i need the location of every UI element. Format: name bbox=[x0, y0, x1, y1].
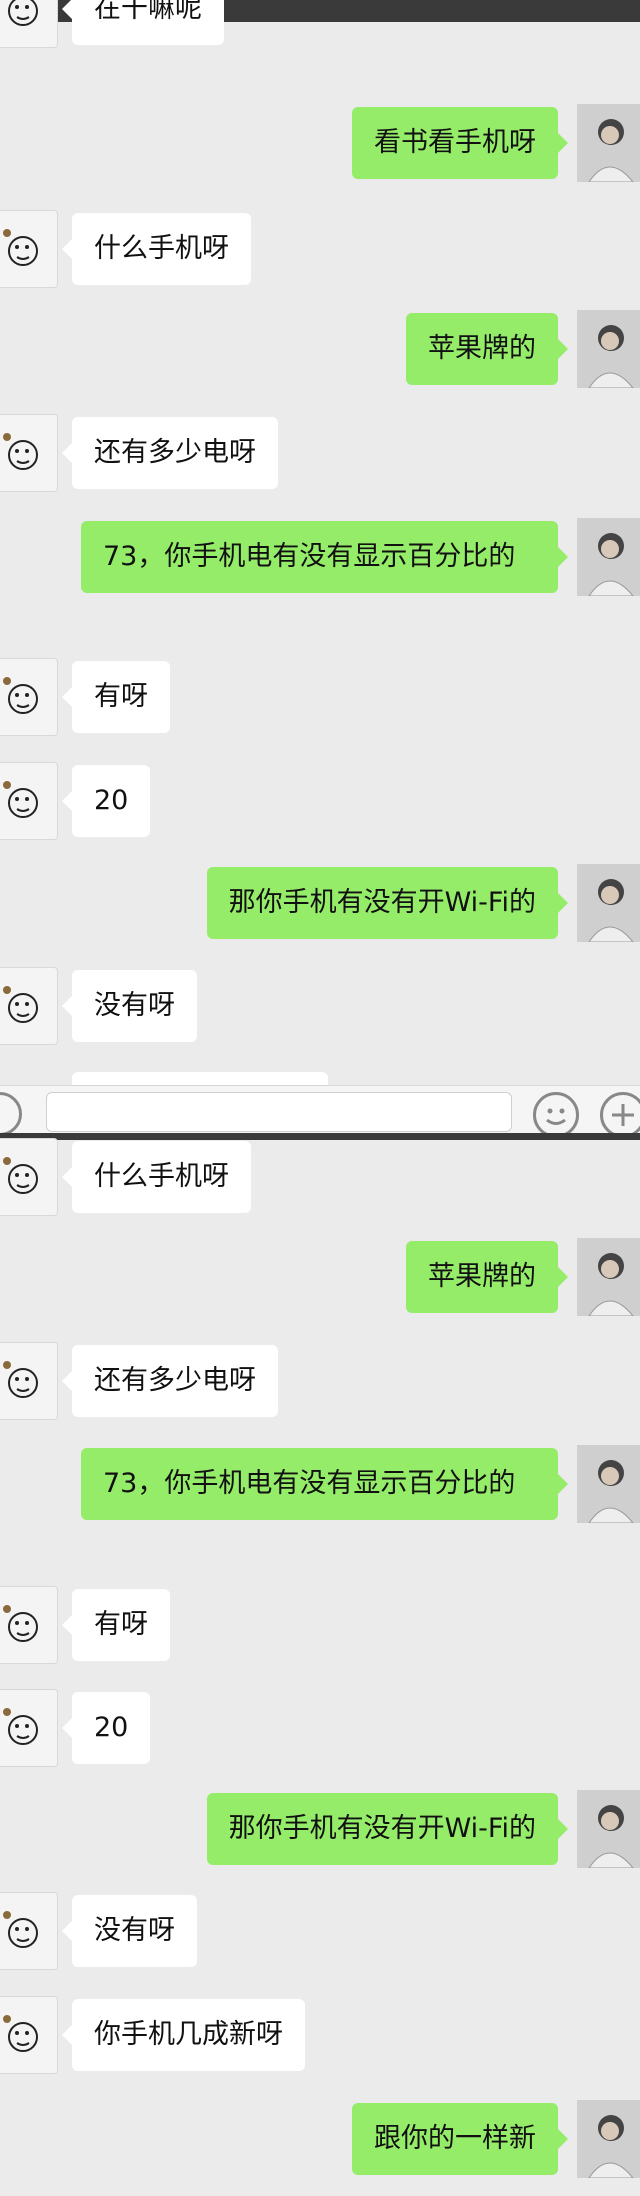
emoji-icon[interactable] bbox=[533, 1092, 579, 1138]
message-row: 没有呀 bbox=[0, 967, 640, 1047]
incoming-message[interactable]: 还有多少电呀 bbox=[62, 1345, 278, 1417]
incoming-message[interactable]: 在干嘛呢 bbox=[62, 0, 224, 45]
contact-avatar[interactable] bbox=[0, 658, 58, 736]
contact-avatar[interactable] bbox=[0, 0, 58, 48]
contact-avatar[interactable] bbox=[0, 1586, 58, 1664]
user-photo bbox=[577, 864, 640, 942]
user-avatar[interactable] bbox=[577, 2100, 640, 2178]
cartoon-face-icon bbox=[3, 1605, 38, 1642]
message-row: 那你手机有没有开Wi-Fi的 bbox=[0, 1790, 640, 1870]
outgoing-message[interactable]: 73，你手机电有没有显示百分比的 bbox=[81, 1448, 568, 1520]
contact-avatar[interactable] bbox=[0, 1996, 58, 2074]
incoming-message[interactable]: 什么手机呀 bbox=[62, 213, 251, 285]
contact-avatar[interactable] bbox=[0, 1892, 58, 1970]
outgoing-message[interactable]: 那你手机有没有开Wi-Fi的 bbox=[206, 1793, 569, 1865]
contact-avatar[interactable] bbox=[0, 762, 58, 840]
incoming-message[interactable]: 没有呀 bbox=[62, 1895, 197, 1967]
message-row: 苹果牌的 bbox=[0, 310, 640, 390]
user-photo bbox=[577, 1445, 640, 1523]
outgoing-message[interactable]: 73，你手机电有没有显示百分比的 bbox=[81, 521, 568, 593]
cartoon-face-icon bbox=[3, 781, 38, 818]
message-row: 有呀 bbox=[0, 658, 640, 738]
user-avatar[interactable] bbox=[577, 104, 640, 182]
message-row: 还有多少电呀 bbox=[0, 1342, 640, 1422]
smiley-icon bbox=[546, 1108, 566, 1125]
message-row: 苹果牌的 bbox=[0, 1238, 640, 1318]
incoming-message[interactable]: 什么手机呀 bbox=[62, 1141, 251, 1213]
incoming-message[interactable]: 有呀 bbox=[62, 1589, 170, 1661]
cartoon-face-icon bbox=[3, 677, 38, 714]
plus-glyph-icon bbox=[612, 1104, 634, 1126]
contact-avatar[interactable] bbox=[0, 1689, 58, 1767]
message-row: 看书看手机呀 bbox=[0, 104, 640, 184]
cartoon-face-icon bbox=[3, 433, 38, 470]
user-avatar[interactable] bbox=[577, 310, 640, 388]
user-avatar[interactable] bbox=[577, 518, 640, 596]
outgoing-message[interactable]: 苹果牌的 bbox=[406, 1241, 568, 1313]
cartoon-face-icon bbox=[8, 0, 38, 26]
user-photo bbox=[577, 2100, 640, 2178]
user-photo bbox=[577, 104, 640, 182]
cartoon-face-icon bbox=[3, 986, 38, 1023]
message-row: 没有呀 bbox=[0, 1892, 640, 1972]
contact-avatar[interactable] bbox=[0, 414, 58, 492]
user-photo bbox=[577, 1790, 640, 1868]
message-row: 20 bbox=[0, 1689, 640, 1769]
message-row: 在干嘛呢 bbox=[0, 0, 640, 50]
outgoing-message[interactable]: 苹果牌的 bbox=[406, 313, 568, 385]
user-photo bbox=[577, 1238, 640, 1316]
user-avatar[interactable] bbox=[577, 1790, 640, 1868]
user-photo bbox=[577, 310, 640, 388]
message-input[interactable] bbox=[46, 1092, 512, 1132]
contact-avatar[interactable] bbox=[0, 1138, 58, 1216]
user-avatar[interactable] bbox=[577, 864, 640, 942]
plus-icon[interactable] bbox=[600, 1092, 640, 1138]
cartoon-face-icon bbox=[3, 1157, 38, 1194]
contact-avatar[interactable] bbox=[0, 967, 58, 1045]
cartoon-face-icon bbox=[3, 2015, 38, 2052]
message-row: 73，你手机电有没有显示百分比的 bbox=[0, 518, 640, 638]
outgoing-message[interactable]: 看书看手机呀 bbox=[352, 107, 568, 179]
cutoff-message bbox=[72, 1072, 328, 1086]
voice-icon[interactable] bbox=[0, 1092, 22, 1136]
contact-avatar[interactable] bbox=[0, 210, 58, 288]
outgoing-message[interactable]: 跟你的一样新 bbox=[352, 2103, 568, 2175]
user-avatar[interactable] bbox=[577, 1445, 640, 1523]
message-row: 20 bbox=[0, 762, 640, 842]
incoming-message[interactable]: 你手机几成新呀 bbox=[62, 1999, 305, 2071]
incoming-message[interactable]: 还有多少电呀 bbox=[62, 417, 278, 489]
user-photo bbox=[577, 518, 640, 596]
cartoon-face-icon bbox=[3, 229, 38, 266]
message-row: 什么手机呀 bbox=[0, 210, 640, 290]
outgoing-message[interactable]: 那你手机有没有开Wi-Fi的 bbox=[206, 867, 569, 939]
message-row: 跟你的一样新 bbox=[0, 2100, 640, 2180]
message-row: 有呀 bbox=[0, 1586, 640, 1666]
message-row: 那你手机有没有开Wi-Fi的 bbox=[0, 864, 640, 944]
incoming-message[interactable]: 有呀 bbox=[62, 661, 170, 733]
incoming-message[interactable]: 20 bbox=[61, 1692, 151, 1764]
contact-avatar[interactable] bbox=[0, 1342, 58, 1420]
message-row: 73，你手机电有没有显示百分比的 bbox=[0, 1445, 640, 1565]
cartoon-face-icon bbox=[3, 1708, 38, 1745]
chat-input-bar bbox=[0, 1085, 640, 1138]
message-row: 你手机几成新呀 bbox=[0, 1996, 640, 2076]
incoming-message[interactable]: 没有呀 bbox=[62, 970, 197, 1042]
user-avatar[interactable] bbox=[577, 1238, 640, 1316]
cartoon-face-icon bbox=[3, 1911, 38, 1948]
incoming-message[interactable]: 20 bbox=[61, 765, 151, 837]
message-row: 什么手机呀 bbox=[0, 1138, 640, 1218]
message-row: 还有多少电呀 bbox=[0, 414, 640, 494]
cartoon-face-icon bbox=[3, 1361, 38, 1398]
